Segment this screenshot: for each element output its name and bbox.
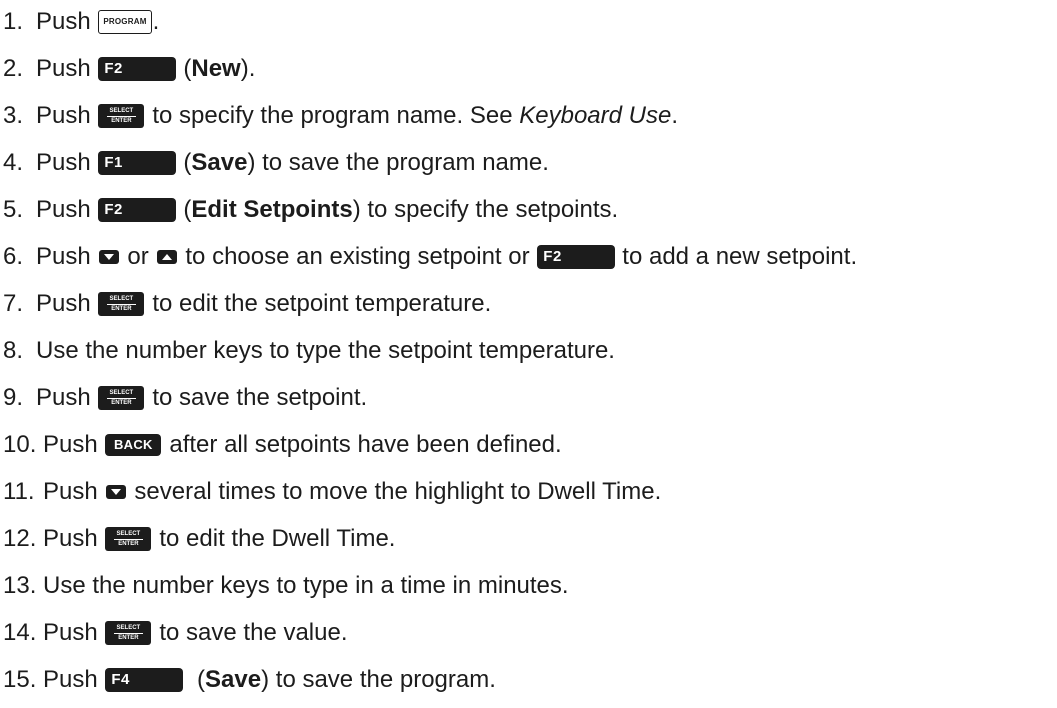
step-number: 15. xyxy=(3,666,37,693)
key-label-top: SELECT xyxy=(106,296,137,305)
step-text: to edit the Dwell Time. xyxy=(159,525,396,552)
step-1: 1. Push PROGRAM . xyxy=(0,2,1057,42)
key-label-bottom: ENTER xyxy=(111,399,132,406)
step-text: ( xyxy=(183,55,192,82)
back-key-icon: BACK xyxy=(105,434,162,456)
step-text: Push xyxy=(43,478,105,505)
step-text: Use the number keys to type the setpoint… xyxy=(36,337,615,364)
step-3: 3. Push SELECT ENTER to specify the progr… xyxy=(0,96,1057,136)
key-label-bottom: ENTER xyxy=(111,305,132,312)
step-number: 2. xyxy=(3,55,24,82)
step-number: 3. xyxy=(3,102,24,129)
step-7: 7. Push SELECT ENTER to edit the setpoint… xyxy=(0,284,1057,324)
step-10: 10. Push BACK after all setpoints have b… xyxy=(0,425,1057,465)
step-text: . xyxy=(152,8,160,35)
step-text: to specify the program name. See xyxy=(152,102,520,129)
step-text: ( xyxy=(190,666,206,693)
step-text: Use the number keys to type in a time in… xyxy=(43,572,569,599)
up-arrow-key-icon xyxy=(157,250,178,264)
select-enter-key-icon: SELECT ENTER xyxy=(105,621,152,645)
step-number: 9. xyxy=(3,384,24,411)
step-text-italic: Keyboard Use xyxy=(519,102,672,129)
step-text: several times to move the highlight to D… xyxy=(134,478,662,505)
step-5: 5. Push F2 (Edit Setpoints) to specify t… xyxy=(0,190,1057,230)
select-enter-key-icon: SELECT ENTER xyxy=(98,292,145,316)
step-number: 14. xyxy=(3,619,37,646)
select-enter-key-icon: SELECT ENTER xyxy=(105,527,152,551)
select-enter-key-icon: SELECT ENTER xyxy=(98,386,145,410)
step-text: Push xyxy=(36,102,98,129)
key-label-top: SELECT xyxy=(113,625,144,634)
step-number: 6. xyxy=(3,243,24,270)
step-11: 11. Push several times to move the highl… xyxy=(0,472,1057,512)
step-15: 15. Push F4 (Save) to save the program. xyxy=(0,660,1057,700)
step-number: 8. xyxy=(3,337,24,364)
f4-key-icon: F4 xyxy=(105,668,184,692)
step-number: 11. xyxy=(3,478,35,505)
step-text: Push xyxy=(43,431,105,458)
key-label-top: SELECT xyxy=(106,108,137,117)
key-label-top: SELECT xyxy=(106,390,137,399)
step-9: 9. Push SELECT ENTER to save the setpoint… xyxy=(0,378,1057,418)
step-text: after all setpoints have been defined. xyxy=(169,431,562,458)
down-arrow-key-icon xyxy=(106,485,127,499)
step-text: to add a new setpoint. xyxy=(622,243,858,270)
key-label-bottom: ENTER xyxy=(118,540,139,547)
step-text: Push xyxy=(36,243,98,270)
step-text: Push xyxy=(43,619,105,646)
select-enter-key-icon: SELECT ENTER xyxy=(98,104,145,128)
step-text: ) to save the program name. xyxy=(247,149,549,176)
program-key-icon: PROGRAM xyxy=(98,10,152,34)
step-number: 12. xyxy=(3,525,37,552)
step-text: to edit the setpoint temperature. xyxy=(152,290,492,317)
step-text: to save the value. xyxy=(159,619,348,646)
key-label-top: SELECT xyxy=(113,531,144,540)
step-2: 2. Push F2 (New). xyxy=(0,49,1057,89)
step-text: ) to save the program. xyxy=(261,666,496,693)
step-text: Push xyxy=(36,55,98,82)
step-number: 4. xyxy=(3,149,24,176)
step-text: or xyxy=(127,243,156,270)
step-12: 12. Push SELECT ENTER to edit the Dwell T… xyxy=(0,519,1057,559)
step-number: 13. xyxy=(3,572,37,599)
step-text: to choose an existing setpoint or xyxy=(185,243,537,270)
step-text: Push xyxy=(36,149,98,176)
step-text-bold: Save xyxy=(191,149,248,176)
step-text-bold: Edit Setpoints xyxy=(191,196,353,223)
step-number: 7. xyxy=(3,290,24,317)
step-text: Push xyxy=(43,666,105,693)
key-label-bottom: ENTER xyxy=(118,634,139,641)
step-text: . xyxy=(671,102,678,129)
f2-key-icon: F2 xyxy=(98,57,177,81)
step-text: ( xyxy=(183,149,192,176)
step-number: 5. xyxy=(3,196,24,223)
step-text: ) to specify the setpoints. xyxy=(352,196,619,223)
step-13: 13. Use the number keys to type in a tim… xyxy=(0,566,1057,606)
step-text: Push xyxy=(36,8,98,35)
step-4: 4. Push F1 (Save) to save the program na… xyxy=(0,143,1057,183)
step-6: 6. Push or to choose an existing setpoin… xyxy=(0,237,1057,277)
step-text: ). xyxy=(240,55,256,82)
step-text: ( xyxy=(183,196,192,223)
step-text-bold: Save xyxy=(205,666,262,693)
step-text: Push xyxy=(36,196,98,223)
step-text: Push xyxy=(36,290,98,317)
f2-key-icon: F2 xyxy=(537,245,616,269)
down-arrow-key-icon xyxy=(99,250,120,264)
step-text: to save the setpoint. xyxy=(152,384,368,411)
step-14: 14. Push SELECT ENTER to save the value. xyxy=(0,613,1057,653)
f1-key-icon: F1 xyxy=(98,151,177,175)
f2-key-icon: F2 xyxy=(98,198,177,222)
step-number: 10. xyxy=(3,431,37,458)
step-text: Push xyxy=(43,525,105,552)
key-label-bottom: ENTER xyxy=(111,117,132,124)
step-text-bold: New xyxy=(191,55,241,82)
step-8: 8. Use the number keys to type the setpo… xyxy=(0,331,1057,371)
step-number: 1. xyxy=(3,8,24,35)
step-text: Push xyxy=(36,384,98,411)
